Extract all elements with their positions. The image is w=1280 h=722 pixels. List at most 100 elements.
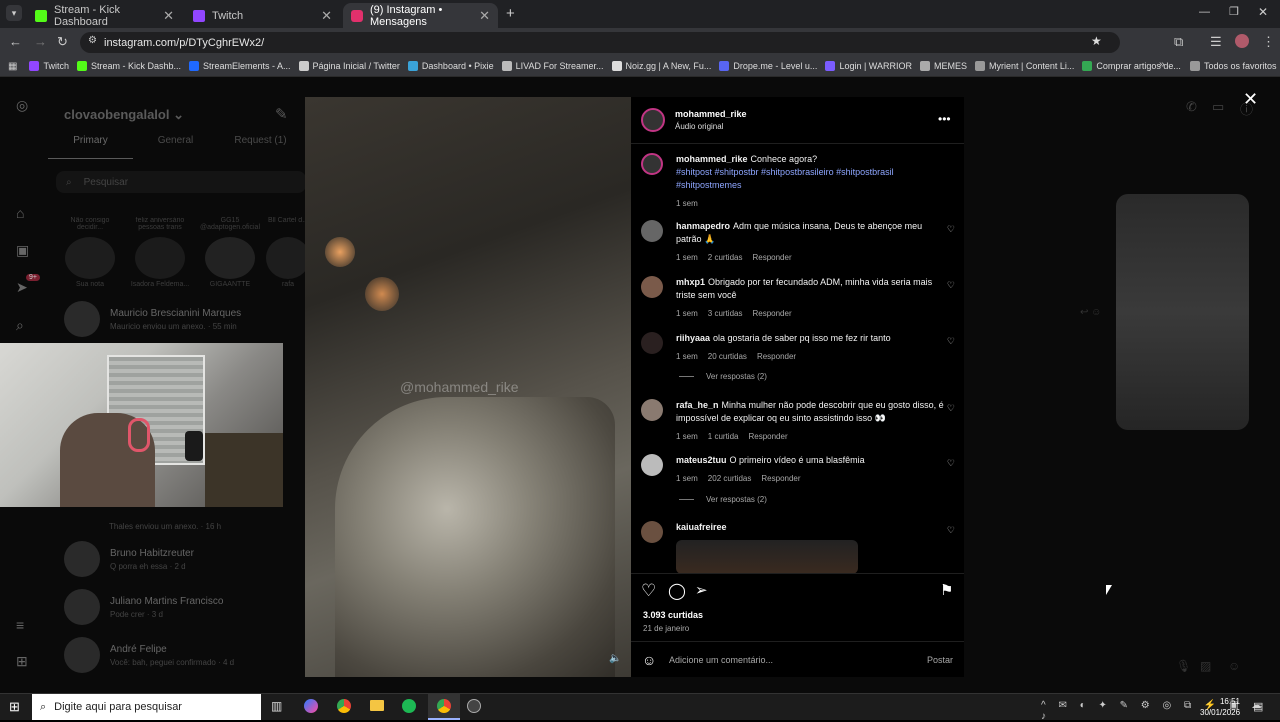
home-icon[interactable]: ⌂ <box>16 205 32 221</box>
avatar[interactable] <box>641 454 663 476</box>
emoji-icon[interactable]: ☺ <box>642 652 656 668</box>
file-explorer-icon[interactable] <box>370 700 384 711</box>
close-icon[interactable]: ✕ <box>163 8 174 24</box>
tab-instagram[interactable]: (9) Instagram • Mensagens ✕ <box>343 3 498 28</box>
bookmark-item[interactable]: Página Inicial / Twitter <box>298 61 400 71</box>
like-comment-icon[interactable]: ♡ <box>947 403 955 414</box>
like-comment-icon[interactable]: ♡ <box>947 336 955 347</box>
meta-apps-icon[interactable]: ⊞ <box>16 653 32 669</box>
like-comment-icon[interactable]: ♡ <box>947 280 955 291</box>
search-icon[interactable]: ⌕ <box>16 317 32 333</box>
microphone-icon[interactable]: 🎙 <box>1176 659 1191 673</box>
bookmark-item[interactable]: Comprar artigos de... <box>1082 61 1181 71</box>
messages-icon[interactable]: ➤ <box>16 279 32 295</box>
bookmark-item[interactable]: LIVAD For Streamer... <box>501 61 604 71</box>
avatar[interactable] <box>641 399 663 421</box>
reply-button[interactable]: Responder <box>761 474 800 483</box>
comment-likes[interactable]: 202 curtidas <box>708 474 752 483</box>
caption-hashtags[interactable]: #shitpost #shitpostbr #shitpostbrasileir… <box>676 167 894 190</box>
reply-button[interactable]: Responder <box>752 253 791 262</box>
mute-icon[interactable]: 🔈 <box>609 653 621 664</box>
extensions-icon[interactable]: ⧉ <box>1174 34 1183 50</box>
comment-image[interactable] <box>676 540 858 573</box>
reply-button[interactable]: Responder <box>757 352 796 361</box>
avatar[interactable] <box>641 332 663 354</box>
avatar[interactable] <box>641 276 663 298</box>
like-comment-icon[interactable]: ♡ <box>947 458 955 469</box>
media-icon[interactable]: ☰ <box>1210 34 1222 50</box>
url-bar[interactable]: ⚙ instagram.com/p/DTyCghrEWx2/ ★ <box>80 32 1120 53</box>
comment-user[interactable]: mhxp1 <box>676 277 705 287</box>
comment-likes[interactable]: 2 curtidas <box>708 253 743 262</box>
comment-icon[interactable]: ◯ <box>668 581 686 601</box>
sticker-icon[interactable]: ☺ <box>1228 659 1240 673</box>
copilot-icon[interactable] <box>304 699 318 713</box>
site-info-icon[interactable]: ⚙ <box>88 35 97 46</box>
comment-likes[interactable]: 1 curtida <box>708 432 739 441</box>
taskbar-search[interactable]: ⌕ Digite aqui para pesquisar <box>32 694 261 720</box>
task-view-icon[interactable]: ▥ <box>271 699 282 713</box>
account-name[interactable]: clovaobengalalol ⌄ <box>64 107 184 123</box>
chrome-icon[interactable] <box>337 699 351 713</box>
all-favorites[interactable]: Todos os favoritos <box>1190 61 1277 71</box>
tab-general[interactable]: General <box>133 135 218 159</box>
tab-primary[interactable]: Primary <box>48 135 133 159</box>
comment-user[interactable]: hanmapedro <box>676 221 730 231</box>
like-icon[interactable]: ♡ <box>641 581 656 601</box>
forward-icon[interactable]: → <box>34 34 47 49</box>
spotify-icon[interactable] <box>402 699 416 713</box>
bookmarks-overflow-icon[interactable]: » <box>1159 59 1165 70</box>
note-item[interactable]: Bll Cartel d... rafa <box>266 217 310 288</box>
likes-count[interactable]: 3.093 curtidas <box>643 610 703 620</box>
view-replies[interactable]: Ver respostas (2) <box>679 495 767 504</box>
back-icon[interactable]: ← <box>9 34 22 49</box>
tab-twitch[interactable]: Twitch ✕ <box>185 3 340 28</box>
note-item[interactable]: feliz aniversário pessoas trans Isadora … <box>128 217 192 288</box>
bookmark-item[interactable]: StreamElements - A... <box>189 61 291 71</box>
bookmark-item[interactable]: MEMES <box>919 61 967 71</box>
instagram-logo-icon[interactable]: ◎ <box>16 97 32 113</box>
caption-user[interactable]: mohammed_rike <box>676 154 748 164</box>
author-name[interactable]: mohammed_rike <box>675 109 747 119</box>
active-chrome-task[interactable] <box>428 694 460 720</box>
more-menu-icon[interactable]: ≡ <box>16 617 32 633</box>
comment-user[interactable]: mateus2tuu <box>676 455 727 465</box>
author-avatar[interactable] <box>641 108 665 132</box>
conversation-item[interactable]: Juliano Martins Francisco Pode crer · 3 d <box>64 589 223 625</box>
apps-icon[interactable]: ▦ <box>8 61 17 72</box>
shared-reel-preview[interactable] <box>1116 194 1249 430</box>
image-icon[interactable]: ▨ <box>1200 659 1211 673</box>
dm-search[interactable]: ⌕ Pesquisar <box>56 171 306 193</box>
restore-icon[interactable]: ❐ <box>1229 5 1239 18</box>
tab-kick[interactable]: Stream - Kick Dashboard ✕ <box>27 3 182 28</box>
new-tab-icon[interactable]: + <box>506 5 515 22</box>
conversation-item[interactable]: Bruno Habitzreuter Q porra eh essa · 2 d <box>64 541 194 577</box>
comment-likes[interactable]: 20 curtidas <box>708 352 747 361</box>
comment-user[interactable]: kaiuafreiree <box>676 522 727 532</box>
more-options-icon[interactable]: ••• <box>938 112 951 126</box>
obs-icon[interactable] <box>467 699 481 713</box>
conversation-item[interactable]: André Felipe Você: bah, peguei confirmado… <box>64 637 234 673</box>
like-comment-icon[interactable]: ♡ <box>947 224 955 235</box>
like-comment-icon[interactable]: ♡ <box>947 525 955 536</box>
note-item[interactable]: GG15 @adaptogen.oficial GIGAANTTE <box>198 217 262 288</box>
save-icon[interactable]: ⚑ <box>940 581 953 599</box>
avatar[interactable] <box>641 521 663 543</box>
video-call-icon[interactable]: ▭ <box>1212 99 1224 115</box>
share-icon[interactable]: ➢ <box>695 581 708 599</box>
comment-user[interactable]: rafa_he_n <box>676 400 719 410</box>
bookmark-star-icon[interactable]: ★ <box>1091 34 1102 48</box>
avatar[interactable] <box>641 220 663 242</box>
bookmark-item[interactable]: Stream - Kick Dashb... <box>76 61 181 71</box>
reels-icon[interactable]: ▣ <box>16 242 32 258</box>
bookmark-item[interactable]: Dashboard • Pixie <box>407 61 494 71</box>
conversation-item[interactable]: Mauricio Brescianini Marques Mauricio env… <box>64 301 241 337</box>
tab-search-icon[interactable]: ▾ <box>6 5 22 21</box>
tab-requests[interactable]: Request (1) <box>218 135 303 159</box>
note-item[interactable]: Não consigo decidir... Sua nota <box>60 217 120 288</box>
view-replies[interactable]: Ver respostas (2) <box>679 372 767 381</box>
close-modal-icon[interactable]: ✕ <box>1243 89 1258 110</box>
reply-icon[interactable]: ↩ ☺ <box>1080 307 1101 318</box>
comment-input[interactable]: Adicione um comentário... <box>669 655 773 665</box>
menu-icon[interactable]: ⋮ <box>1262 34 1275 50</box>
